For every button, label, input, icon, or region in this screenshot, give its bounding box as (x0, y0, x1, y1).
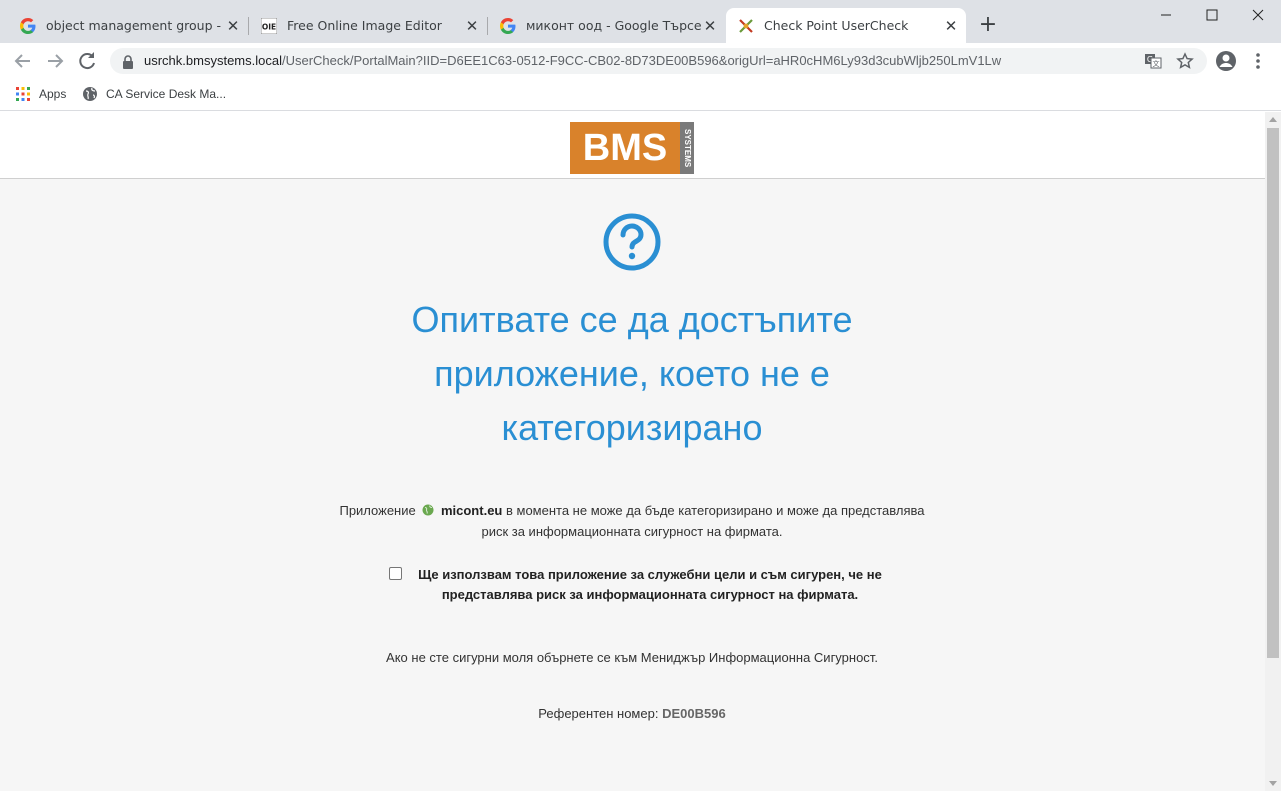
oie-icon: OIE (261, 17, 277, 34)
reference-number: Референтен номер: DE00B596 (332, 706, 932, 721)
desc-suffix: в момента не може да бъде категоризирано… (481, 503, 925, 539)
address-bar[interactable]: usrchk.bmsystems.local/UserCheck/PortalM… (110, 48, 1207, 74)
contact-note: Ако не сте сигурни моля обърнете се към … (386, 650, 878, 665)
tab-title: миконт оод - Google Търсене (526, 18, 701, 33)
browser-chrome: object management group - Goo ✕ OIE Free… (0, 0, 1281, 112)
tab-title: Check Point UserCheck (764, 18, 909, 33)
close-tab-icon[interactable]: ✕ (224, 17, 242, 35)
logo-main: BMS (570, 122, 680, 174)
scroll-down-arrow-icon[interactable] (1269, 781, 1277, 786)
bookmark-label: CA Service Desk Ma... (106, 87, 227, 101)
ref-label: Референтен номер: (538, 706, 659, 721)
ref-value: DE00B596 (662, 706, 726, 721)
bookmark-label: Apps (39, 87, 67, 101)
logo-side: SYSTEMS (680, 122, 694, 174)
page-scrollbar[interactable] (1265, 112, 1281, 791)
tab-object-management-group[interactable]: object management group - Goo ✕ (8, 8, 248, 43)
lock-icon (122, 54, 134, 73)
scroll-up-arrow-icon[interactable] (1269, 117, 1277, 122)
translate-icon[interactable]: G文 (1144, 52, 1162, 70)
close-tab-icon[interactable]: ✕ (942, 17, 960, 35)
close-window-button[interactable] (1235, 0, 1281, 30)
bookmark-ca-service-desk[interactable]: CA Service Desk Ma... (82, 86, 226, 102)
forward-button[interactable] (43, 49, 67, 73)
forward-arrow-icon (48, 54, 64, 68)
globe-icon (83, 87, 97, 101)
tab-title: Free Online Image Editor (287, 18, 442, 33)
svg-text:文: 文 (1153, 59, 1160, 68)
kebab-menu-icon (1256, 53, 1260, 69)
checkpoint-icon (738, 18, 754, 34)
minimize-icon (1161, 14, 1171, 16)
new-tab-button[interactable]: + (976, 14, 1000, 38)
apps-grid-icon (16, 87, 30, 101)
tab-free-online-image-editor[interactable]: OIE Free Online Image Editor ✕ (249, 8, 487, 43)
question-mark-icon (603, 213, 661, 271)
confirm-checkbox[interactable] (389, 567, 402, 580)
minimize-button[interactable] (1143, 0, 1189, 30)
page-title: Опитвате се да достъпите приложение, кое… (411, 299, 853, 448)
profile-button[interactable] (1214, 49, 1238, 73)
reload-icon (79, 52, 95, 70)
page-header: BMS SYSTEMS (0, 112, 1265, 179)
bms-logo: BMS SYSTEMS (570, 122, 694, 174)
reload-button[interactable] (75, 49, 99, 73)
globe-icon (422, 504, 434, 516)
google-icon (500, 17, 516, 34)
confirm-label[interactable]: Ще използвам това приложение за служебни… (411, 565, 889, 605)
description: Приложение micont.eu в момента не може д… (332, 500, 932, 542)
close-tab-icon[interactable]: ✕ (463, 17, 481, 35)
menu-button[interactable] (1246, 49, 1270, 73)
tab-title: object management group - Goo (46, 18, 224, 33)
app-name: micont.eu (440, 503, 503, 518)
close-tab-icon[interactable]: ✕ (701, 17, 719, 35)
tab-micont-google-search[interactable]: миконт оод - Google Търсене ✕ (488, 8, 725, 43)
maximize-button[interactable] (1189, 0, 1235, 30)
bookmark-apps[interactable]: Apps (15, 86, 66, 102)
account-icon (1216, 51, 1236, 71)
url-text: usrchk.bmsystems.local/UserCheck/PortalM… (144, 53, 1001, 68)
maximize-icon (1206, 9, 1218, 21)
back-arrow-icon (14, 54, 30, 68)
back-button[interactable] (11, 49, 35, 73)
usercheck-content: Опитвате се да достъпите приложение, кое… (0, 180, 1265, 791)
close-icon (1252, 9, 1264, 21)
desc-prefix: Приложение (339, 503, 416, 518)
star-icon[interactable] (1176, 52, 1194, 70)
tab-check-point-usercheck[interactable]: Check Point UserCheck ✕ (726, 8, 966, 43)
url-path: /UserCheck/PortalMain?IID=D6EE1C63-0512-… (281, 53, 1002, 68)
bookmarks-bar: Apps CA Service Desk Ma... (0, 79, 1281, 111)
svg-text:OIE: OIE (262, 22, 276, 31)
url-host: usrchk.bmsystems.local (144, 53, 282, 68)
tab-strip: object management group - Goo ✕ OIE Free… (0, 0, 1281, 43)
scrollbar-thumb[interactable] (1267, 128, 1279, 658)
google-icon (20, 17, 36, 34)
browser-toolbar: usrchk.bmsystems.local/UserCheck/PortalM… (0, 43, 1281, 79)
